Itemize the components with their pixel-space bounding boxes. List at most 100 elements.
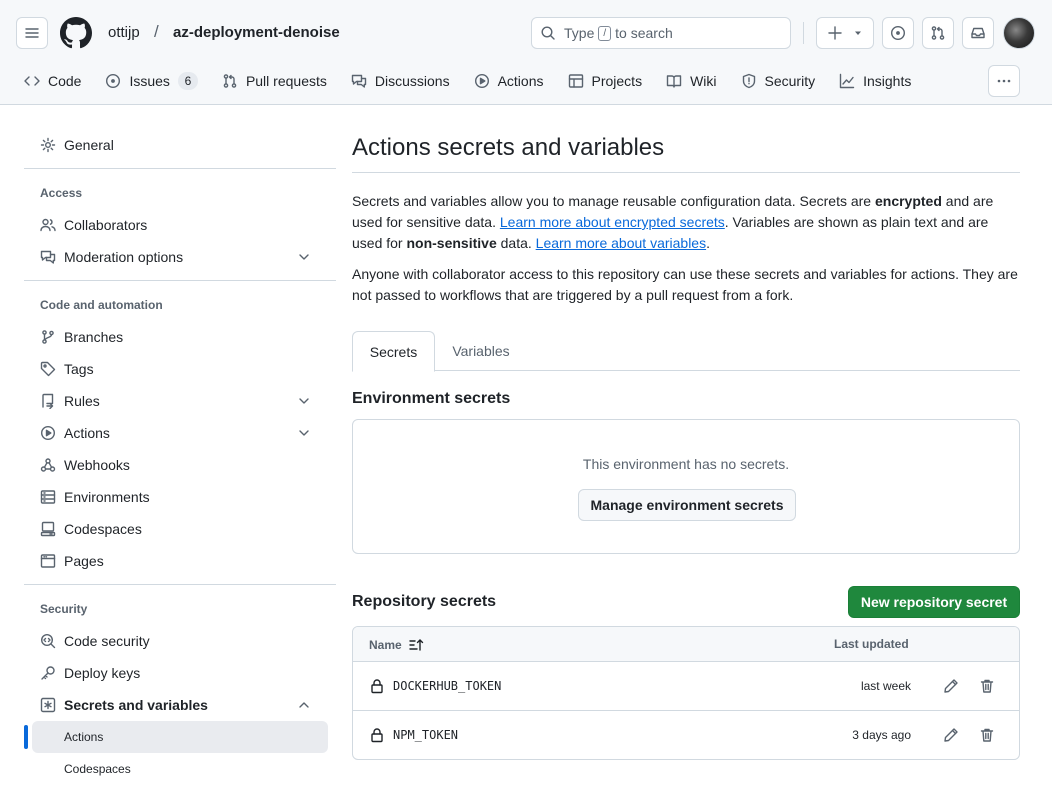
nav-actions-label: Actions xyxy=(497,73,544,89)
intro-paragraph: Secrets and variables allow you to manag… xyxy=(352,191,1020,254)
intro-bold-encrypted: encrypted xyxy=(874,193,942,209)
pull-request-icon xyxy=(931,26,945,40)
sidebar-item-label: Deploy keys xyxy=(64,665,141,681)
sidebar-item-codespaces[interactable]: Codespaces xyxy=(32,513,336,545)
search-shortcut-key: / xyxy=(598,25,612,41)
search-input[interactable]: Type / to search xyxy=(531,17,791,49)
learn-more-secrets-link[interactable]: Learn more about encrypted secrets xyxy=(500,214,725,230)
menu-button[interactable] xyxy=(16,17,48,49)
sidebar-item-label: Webhooks xyxy=(64,457,130,473)
secrets-variables-tabs: Secrets Variables xyxy=(352,331,1020,372)
nav-pull-requests[interactable]: Pull requests xyxy=(214,66,335,96)
intro-text: Secrets and variables allow you to manag… xyxy=(352,193,875,209)
plus-icon xyxy=(828,26,842,40)
sidebar-item-label: Environments xyxy=(64,489,150,505)
tag-icon xyxy=(40,361,56,377)
sidebar-heading-code-automation: Code and automation xyxy=(40,298,163,312)
notifications-button[interactable] xyxy=(962,17,994,49)
search-icon xyxy=(541,26,555,40)
sidebar-item-label: Collaborators xyxy=(64,217,148,233)
sidebar-item-label: Secrets and variables xyxy=(64,697,208,713)
nav-wiki[interactable]: Wiki xyxy=(658,66,724,96)
create-new-button[interactable] xyxy=(816,17,874,49)
environment-secrets-box: This environment has no secrets. Manage … xyxy=(352,419,1020,554)
active-indicator xyxy=(24,725,28,749)
your-pull-requests-button[interactable] xyxy=(922,17,954,49)
sidebar-item-general[interactable]: General xyxy=(32,129,336,161)
sidebar-item-label: Actions xyxy=(64,425,110,441)
sidebar-item-moderation[interactable]: Moderation options xyxy=(32,241,336,273)
nav-insights[interactable]: Insights xyxy=(831,66,919,96)
discussion-icon xyxy=(351,74,367,88)
repository-secrets-table: Name Last updated DOCKERHUB_TOKEN last w… xyxy=(352,626,1020,760)
nav-discussions[interactable]: Discussions xyxy=(343,66,458,96)
nav-insights-label: Insights xyxy=(863,73,912,89)
sidebar-subitem-codespaces[interactable]: Codespaces xyxy=(32,753,328,785)
sidebar-item-label: Pages xyxy=(64,553,104,569)
table-header: Name Last updated xyxy=(353,627,1019,662)
sidebar-heading-security: Security xyxy=(40,602,88,616)
sidebar-item-environments[interactable]: Environments xyxy=(32,481,336,513)
sidebar-item-label: Code security xyxy=(64,633,150,649)
column-name-label: Name xyxy=(369,638,402,652)
secret-last-updated: last week xyxy=(860,679,911,693)
tab-secrets[interactable]: Secrets xyxy=(352,331,435,372)
new-repository-secret-button[interactable]: New repository secret xyxy=(848,586,1020,618)
code-icon xyxy=(24,76,40,86)
nav-issues[interactable]: Issues 6 xyxy=(97,66,205,96)
gear-icon xyxy=(40,137,56,153)
repo-push-icon xyxy=(42,393,54,409)
header-divider xyxy=(803,22,804,44)
repo-nav: Code Issues 6 Pull requests Discussions … xyxy=(16,66,927,96)
chevron-up-icon[interactable] xyxy=(296,697,312,713)
environment-secrets-heading: Environment secrets xyxy=(352,390,511,407)
sort-asc-icon xyxy=(408,639,423,651)
pull-request-icon xyxy=(223,74,237,88)
tab-variables[interactable]: Variables xyxy=(436,331,526,371)
trash-icon[interactable] xyxy=(979,727,995,743)
sidebar-item-tags[interactable]: Tags xyxy=(32,353,336,385)
sidebar-divider xyxy=(24,584,336,585)
your-issues-button[interactable] xyxy=(882,17,914,49)
column-header-last-updated: Last updated xyxy=(834,637,909,651)
codescan-icon xyxy=(40,633,56,649)
manage-environment-secrets-button[interactable]: Manage environment secrets xyxy=(578,489,796,521)
more-nav-button[interactable] xyxy=(988,65,1020,97)
chevron-down-icon[interactable] xyxy=(296,425,312,441)
intro-text: . xyxy=(706,235,710,251)
nav-code[interactable]: Code xyxy=(16,66,89,96)
sidebar-subitem-actions[interactable]: Actions xyxy=(32,721,328,753)
repo-owner-link[interactable]: ottijp xyxy=(108,24,140,41)
sidebar-item-webhooks[interactable]: Webhooks xyxy=(32,449,336,481)
sidebar-item-branches[interactable]: Branches xyxy=(32,321,336,353)
sidebar-item-actions[interactable]: Actions xyxy=(32,417,336,449)
user-avatar[interactable] xyxy=(1003,17,1035,49)
sidebar-item-pages[interactable]: Pages xyxy=(32,545,336,577)
sidebar-item-collaborators[interactable]: Collaborators xyxy=(32,209,336,241)
play-icon xyxy=(474,73,489,89)
column-header-name[interactable]: Name xyxy=(369,637,424,653)
sidebar-item-code-security[interactable]: Code security xyxy=(32,625,336,657)
lock-icon xyxy=(371,728,383,743)
nav-actions[interactable]: Actions xyxy=(466,66,552,96)
github-logo-icon[interactable] xyxy=(60,17,92,49)
pencil-icon[interactable] xyxy=(943,678,959,694)
secret-name: NPM_TOKEN xyxy=(393,728,459,742)
sidebar-item-secrets-variables[interactable]: Secrets and variables xyxy=(32,689,336,721)
sidebar-item-rules[interactable]: Rules xyxy=(32,385,336,417)
pencil-icon[interactable] xyxy=(943,727,959,743)
repo-name-link[interactable]: az-deployment-denoise xyxy=(173,24,340,41)
nav-security[interactable]: Security xyxy=(733,66,824,96)
chevron-down-icon[interactable] xyxy=(296,249,312,265)
book-icon xyxy=(666,75,682,88)
triangle-down-icon xyxy=(855,31,861,35)
learn-more-variables-link[interactable]: Learn more about variables xyxy=(536,235,706,251)
sidebar-item-deploy-keys[interactable]: Deploy keys xyxy=(32,657,336,689)
secret-name: DOCKERHUB_TOKEN xyxy=(393,679,502,693)
trash-icon[interactable] xyxy=(979,678,995,694)
chevron-down-icon[interactable] xyxy=(296,393,312,409)
nav-projects[interactable]: Projects xyxy=(560,66,651,96)
intro-text: data. xyxy=(496,235,536,251)
codespaces-icon xyxy=(40,521,56,537)
nav-pull-requests-label: Pull requests xyxy=(245,73,327,89)
